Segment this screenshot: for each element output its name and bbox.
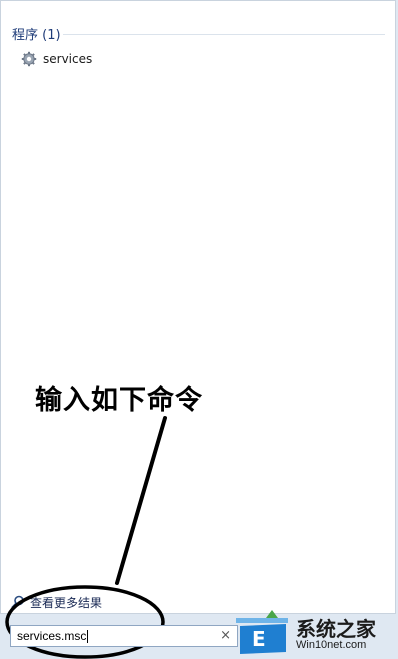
annotation-text: 输入如下命令 xyxy=(35,385,203,416)
gear-icon xyxy=(21,51,37,67)
section-divider xyxy=(63,34,385,35)
section-title-programs: 程序 (1) xyxy=(12,28,61,43)
search-input-value: services.msc xyxy=(17,629,89,644)
search-input[interactable]: services.msc × xyxy=(10,625,238,647)
result-item-label: services xyxy=(43,52,93,66)
see-more-results-link[interactable]: 查看更多结果 xyxy=(11,593,102,611)
clear-search-icon[interactable]: × xyxy=(220,628,231,643)
watermark-url: Win10net.com xyxy=(296,639,367,651)
svg-text:E: E xyxy=(252,627,266,651)
search-icon xyxy=(11,595,24,609)
see-more-results-label: 查看更多结果 xyxy=(30,595,103,610)
watermark-title: 系统之家 xyxy=(296,617,376,641)
start-menu-results-panel: 程序 (1) services 查看更多结果 xyxy=(0,0,396,614)
result-item-services[interactable]: services xyxy=(21,49,92,69)
